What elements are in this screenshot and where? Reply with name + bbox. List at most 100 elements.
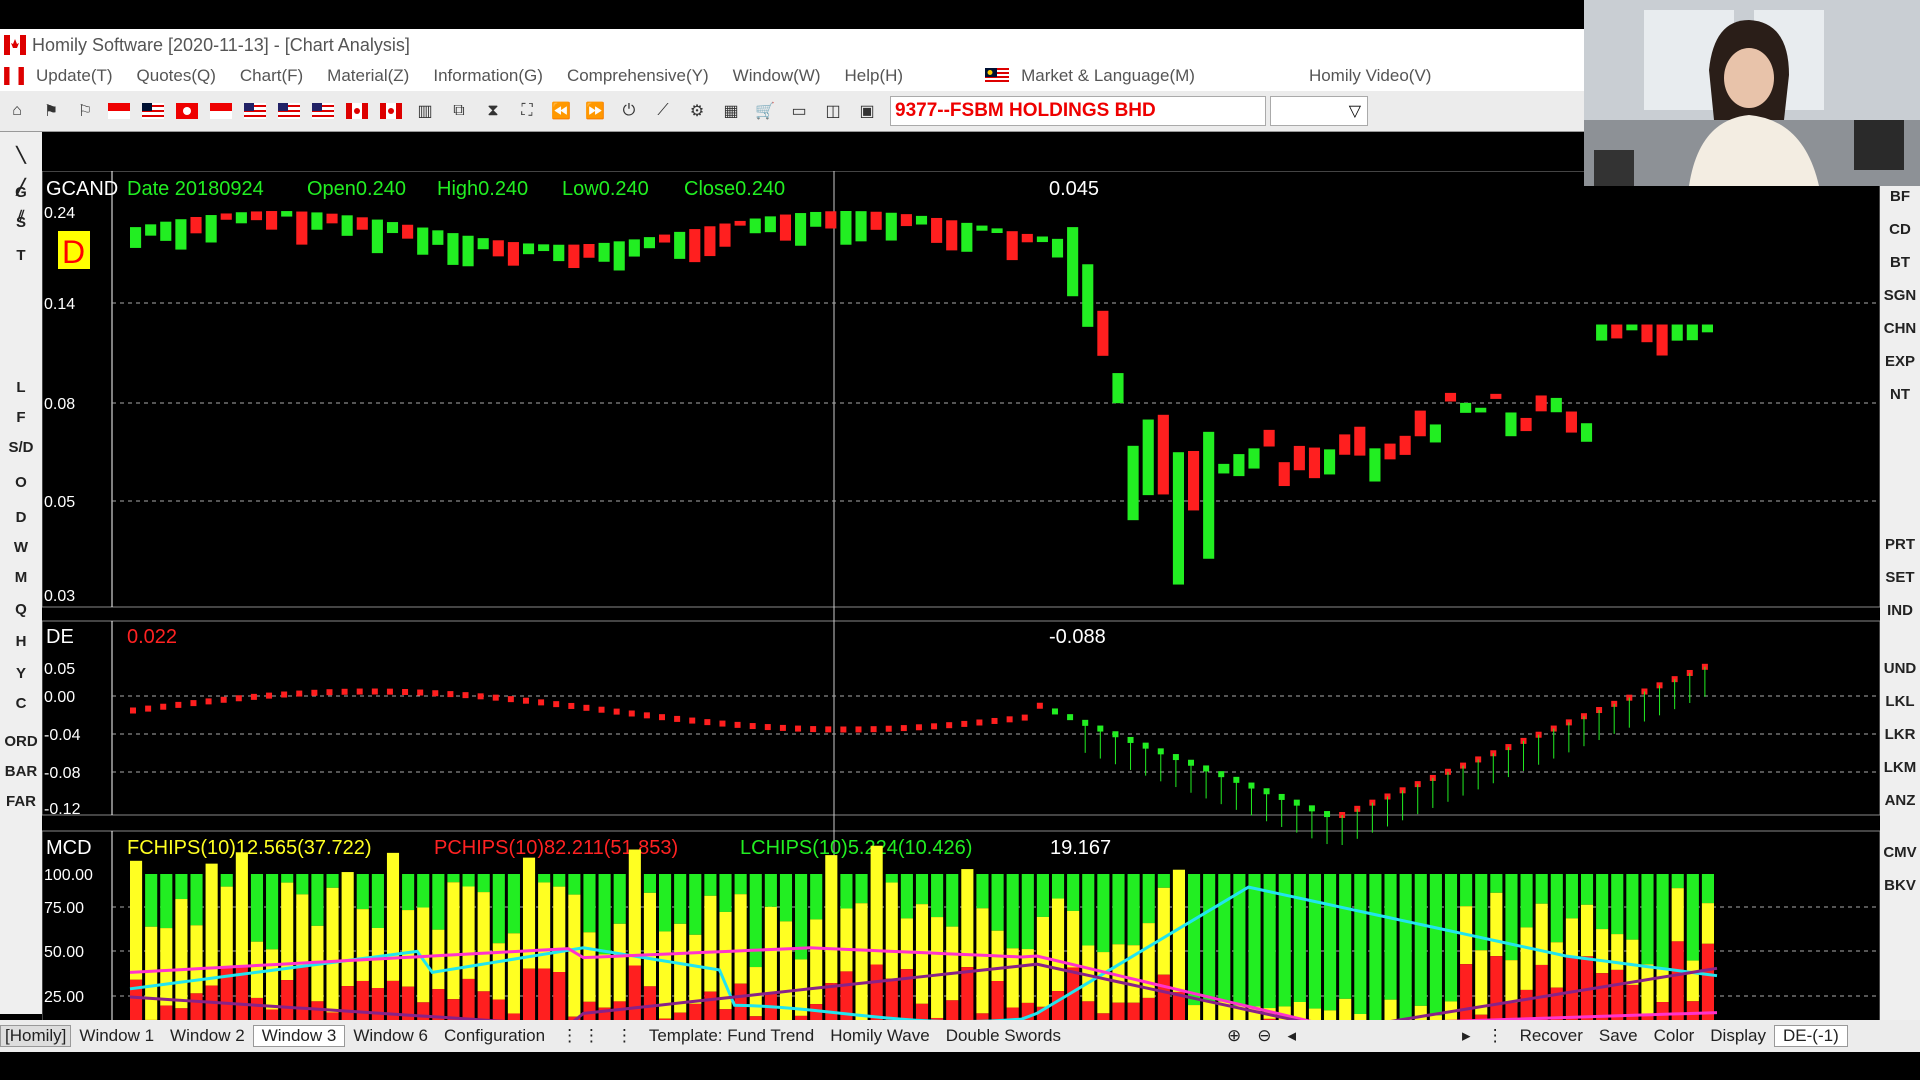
canada-flag-icon-2[interactable] (378, 98, 404, 124)
template-double-swords[interactable]: Double Swords (938, 1026, 1069, 1046)
tool-l[interactable]: L (0, 379, 42, 396)
indicator-sgn[interactable]: SGN (1880, 287, 1920, 304)
tool-c[interactable]: C (0, 695, 42, 712)
mcd-bar-green (266, 874, 279, 950)
calculator-icon[interactable]: ▦ (718, 98, 744, 124)
indicator-prt[interactable]: PRT (1880, 536, 1920, 553)
splitter-icon-3[interactable]: ⋮ (1479, 1026, 1512, 1046)
template-fund-trend[interactable]: Template: Fund Trend (641, 1026, 822, 1046)
indicator-set[interactable]: SET (1880, 569, 1920, 586)
network-icon[interactable]: ⛶ (514, 98, 540, 124)
indicator-ind[interactable]: IND (1880, 602, 1920, 619)
indicator-cmv[interactable]: CMV (1880, 844, 1920, 861)
indicator-exp[interactable]: EXP (1880, 353, 1920, 370)
tool-o[interactable]: O (0, 474, 42, 491)
tab-window-2[interactable]: Window 2 (162, 1026, 253, 1046)
canada-flag-icon-1[interactable] (344, 98, 370, 124)
power-icon[interactable]: ⏻ (616, 98, 642, 124)
zoom-in-icon[interactable]: ⊕ (1219, 1026, 1249, 1046)
indicator-lkm[interactable]: LKM (1880, 759, 1920, 776)
display-button[interactable]: Display (1702, 1026, 1774, 1046)
tool-bar[interactable]: BAR (0, 763, 42, 780)
menu-comprehensive[interactable]: Comprehensive(Y) (555, 66, 721, 86)
home-icon[interactable]: ⌂ (4, 98, 30, 124)
tab-window-6[interactable]: Window 6 (345, 1026, 436, 1046)
tool-y[interactable]: Y (0, 665, 42, 682)
us-flag-icon-1[interactable] (242, 98, 268, 124)
folder-icon[interactable]: ▭ (786, 98, 812, 124)
color-button[interactable]: Color (1646, 1026, 1703, 1046)
menu-information[interactable]: Information(G) (421, 66, 555, 86)
menu-window[interactable]: Window(W) (721, 66, 833, 86)
tool-h[interactable]: H (0, 633, 42, 650)
cart-icon[interactable]: 🛒 (752, 98, 778, 124)
indicator-und[interactable]: UND (1880, 660, 1920, 677)
scroll-right-icon[interactable]: ▸ (1454, 1026, 1479, 1046)
recover-button[interactable]: Recover (1512, 1026, 1591, 1046)
menu-chart[interactable]: Chart(F) (228, 66, 315, 86)
bar-chart-icon[interactable]: ▥ (412, 98, 438, 124)
menu-material[interactable]: Material(Z) (315, 66, 421, 86)
tool-ord[interactable]: ORD (0, 733, 42, 750)
rewind-icon[interactable]: ⏪ (548, 98, 574, 124)
stock-dropdown[interactable]: ▽ (1270, 96, 1368, 126)
splitter-icon-1[interactable]: ⋮ ⋮ (553, 1026, 608, 1046)
template-homily-wave[interactable]: Homily Wave (822, 1026, 938, 1046)
open-folder-icon[interactable]: ◫ (820, 98, 846, 124)
tool-t[interactable]: T (0, 247, 42, 264)
flag-down-icon[interactable]: ⚐ (72, 98, 98, 124)
malaysia-flag-button-icon[interactable] (140, 98, 166, 124)
menu-quotes[interactable]: Quotes(Q) (125, 66, 228, 86)
tool-m[interactable]: M (0, 569, 42, 586)
monitor-icon[interactable]: ▣ (854, 98, 880, 124)
tab-configuration[interactable]: Configuration (436, 1026, 553, 1046)
tab-homily[interactable]: [Homily] (0, 1025, 72, 1047)
scroll-left-icon[interactable]: ◂ (1279, 1026, 1304, 1046)
tool-s-d[interactable]: S/D (0, 439, 42, 456)
save-button[interactable]: Save (1591, 1026, 1646, 1046)
splitter-icon-2[interactable]: ⋮ (608, 1026, 641, 1046)
menu-market-language[interactable]: Market & Language(M) (1009, 66, 1207, 86)
zoom-out-icon[interactable]: ⊖ (1249, 1026, 1279, 1046)
tab-window-3[interactable]: Window 3 (252, 1025, 346, 1047)
price-candle (1278, 462, 1290, 487)
singapore-flag-icon[interactable] (106, 98, 132, 124)
line-tool-icon[interactable]: ╲ (0, 146, 42, 164)
indicator-bf[interactable]: BF (1880, 188, 1920, 205)
menu-update[interactable]: Update(T) (24, 66, 125, 86)
chart-area[interactable]: GCAND Date 20180924 Open0.240 High0.240 Low0… (42, 171, 1880, 1049)
us-flag-icon-3[interactable] (310, 98, 336, 124)
de-point (190, 700, 197, 707)
indicator-cd[interactable]: CD (1880, 221, 1920, 238)
price-candle (1671, 324, 1683, 341)
indicator-chn[interactable]: CHN (1880, 320, 1920, 337)
tool-w[interactable]: W (0, 539, 42, 556)
indonesia-flag-icon[interactable] (208, 98, 234, 124)
flag-up-icon[interactable]: ⚑ (38, 98, 64, 124)
hourglass-icon[interactable]: ⧗ (480, 98, 506, 124)
export-icon[interactable]: ⧉ (446, 98, 472, 124)
de-point (462, 692, 469, 699)
menu-homily-video[interactable]: Homily Video(V) (1297, 66, 1444, 86)
tab-window-1[interactable]: Window 1 (71, 1026, 162, 1046)
tool-far[interactable]: FAR (0, 793, 42, 810)
gear-icon[interactable]: ⚙ (684, 98, 710, 124)
indicator-lkl[interactable]: LKL (1880, 693, 1920, 710)
hongkong-flag-icon[interactable] (174, 98, 200, 124)
tool-q[interactable]: Q (0, 601, 42, 618)
stock-selector[interactable]: 9377--FSBM HOLDINGS BHD (890, 96, 1266, 126)
tool-s[interactable]: S (0, 214, 42, 231)
indicator-nt[interactable]: NT (1880, 386, 1920, 403)
indicator-lkr[interactable]: LKR (1880, 726, 1920, 743)
tool-f[interactable]: F (0, 409, 42, 426)
de-selector[interactable]: DE-(-1) (1774, 1025, 1848, 1047)
indicator-bt[interactable]: BT (1880, 254, 1920, 271)
fast-forward-icon[interactable]: ⏩ (582, 98, 608, 124)
tool-d[interactable]: D (0, 509, 42, 526)
indicator-anz[interactable]: ANZ (1880, 792, 1920, 809)
us-flag-icon-2[interactable] (276, 98, 302, 124)
tool-g[interactable]: G (0, 184, 42, 201)
menu-help[interactable]: Help(H) (833, 66, 916, 86)
line-chart-icon[interactable]: ⟋ (650, 98, 676, 124)
indicator-bkv[interactable]: BKV (1880, 877, 1920, 894)
